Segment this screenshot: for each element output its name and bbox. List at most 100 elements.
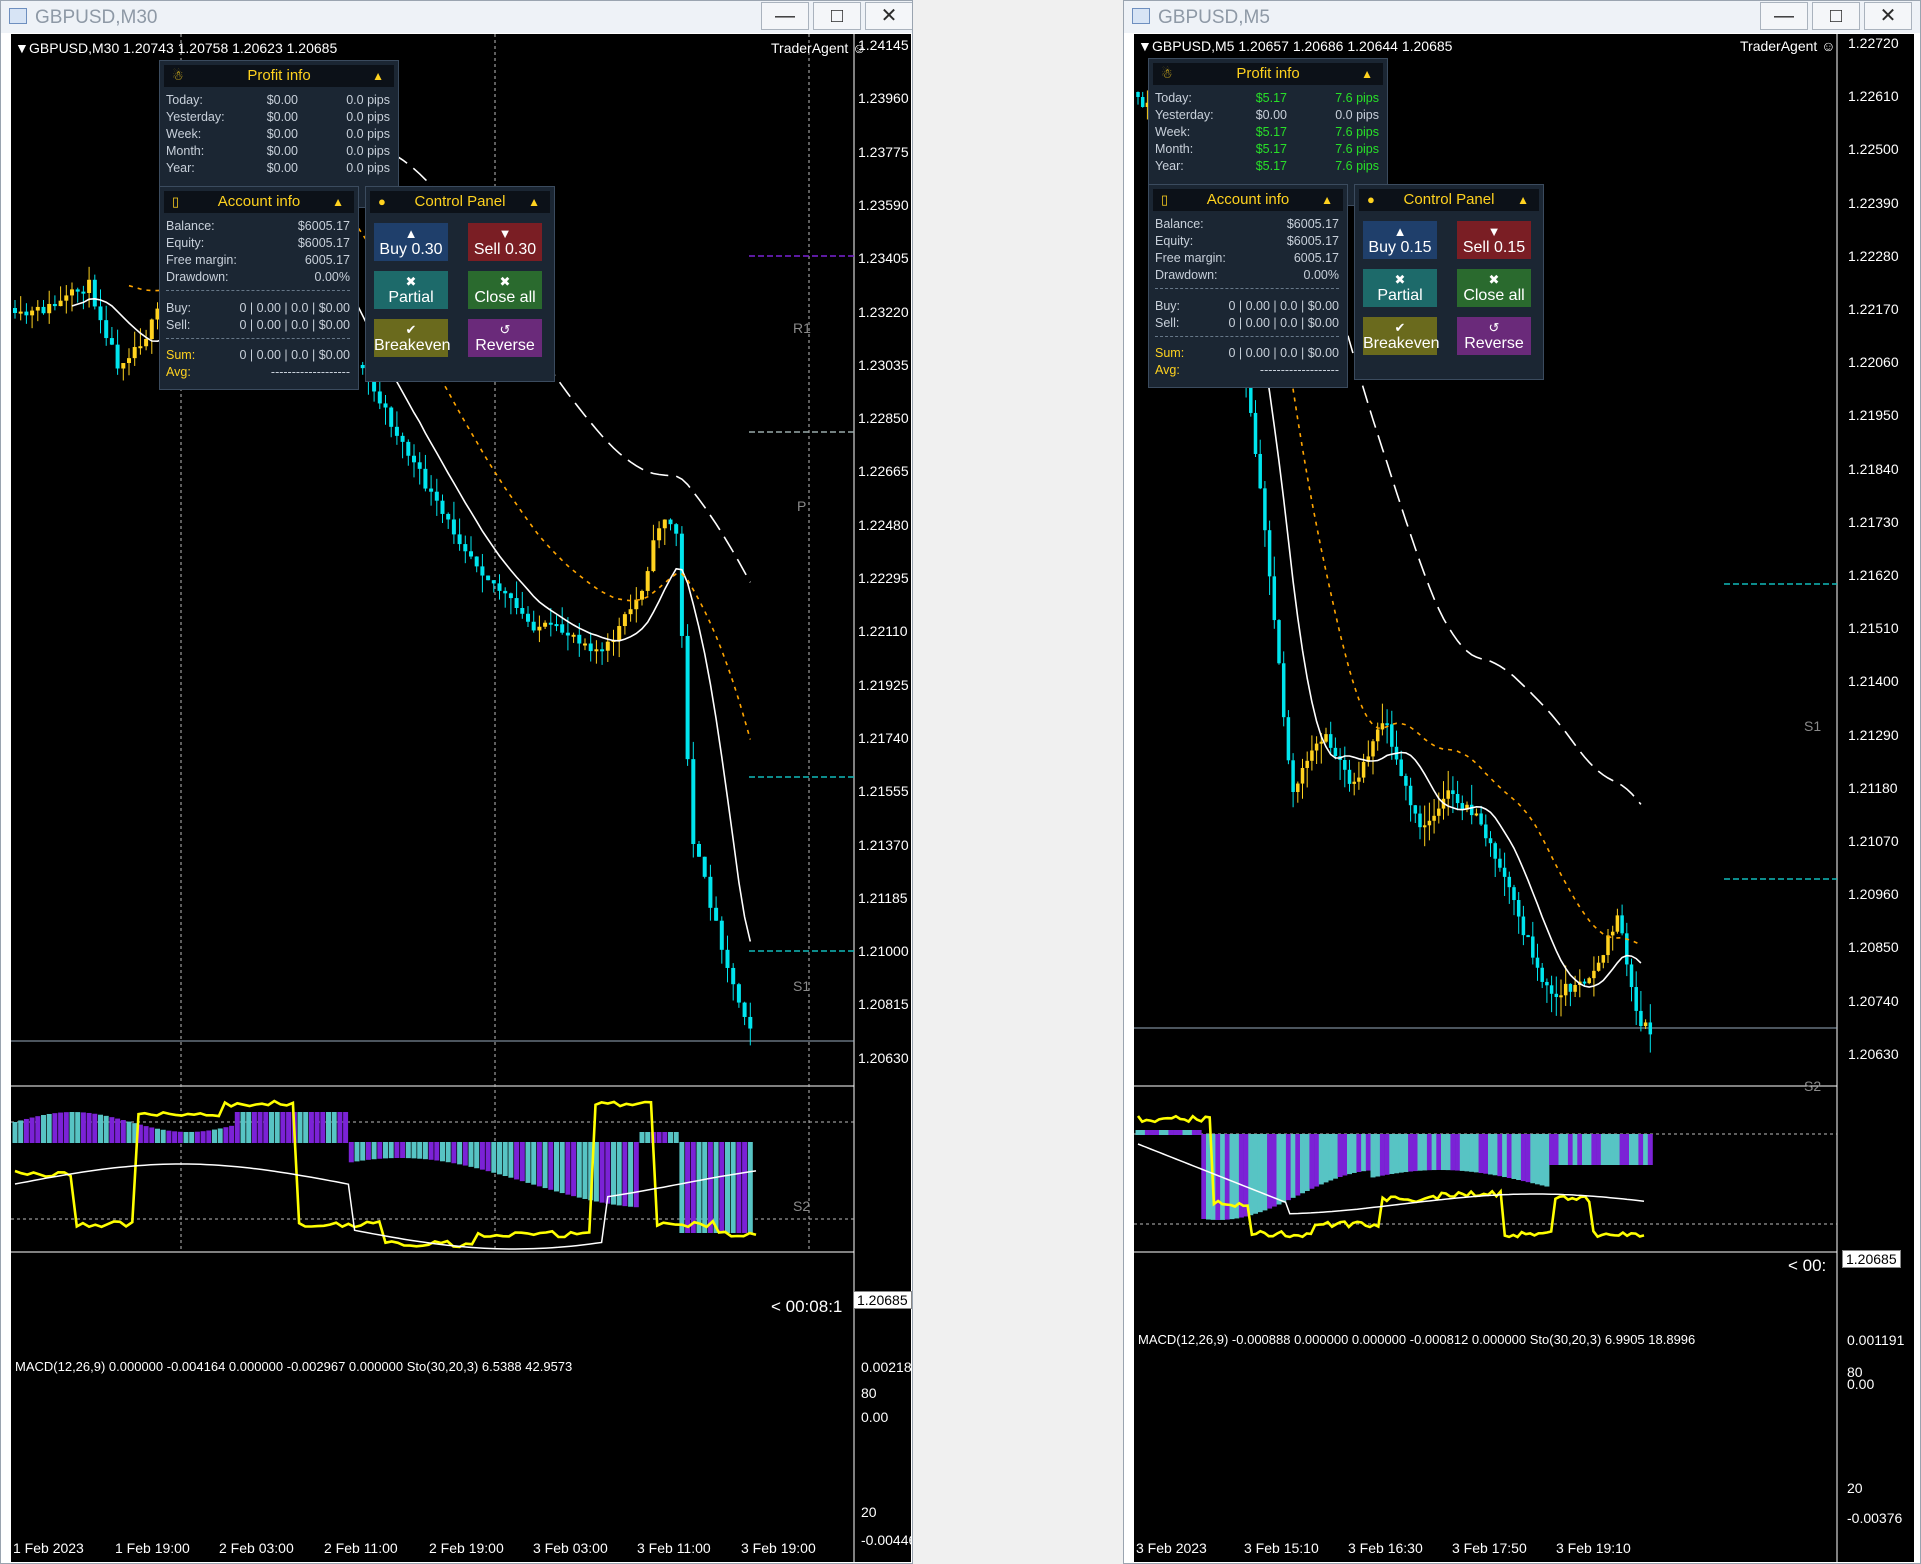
candle-body [1620, 915, 1624, 934]
candle-body [1324, 734, 1328, 742]
account-info-title-bar[interactable]: ▯ Account info ▲ [1153, 189, 1343, 211]
candle-body [463, 544, 468, 552]
profit-info-title-bar[interactable]: ☃ Profit info ▲ [1153, 63, 1383, 85]
candle-body [697, 843, 701, 857]
macd-histogram-bar [411, 1142, 417, 1159]
candle-body [714, 907, 719, 921]
reverse-button[interactable]: ↺ Reverse [1457, 317, 1531, 355]
candle-body [594, 649, 599, 652]
sell-button[interactable]: ▼ Sell 0.30 [468, 223, 542, 261]
pivot-r1-label: R1 [793, 320, 811, 336]
partial-close-button[interactable]: ✖ Partial [1363, 269, 1437, 307]
price-chart[interactable]: ▼ GBPUSD,M30 1.20743 1.20758 1.20623 1.2… [11, 34, 912, 1562]
price-chart[interactable]: ▼ GBPUSD,M5 1.20657 1.20686 1.20644 1.20… [1134, 34, 1914, 1562]
close-all-button[interactable]: ✖ Close all [468, 271, 542, 309]
chart-window-m5[interactable]: GBPUSD,M5 — □ ✕ ▼ GBPUSD,M5 1.20657 1.20… [1123, 0, 1921, 1564]
collapse-icon[interactable]: ▲ [528, 191, 540, 213]
collapse-icon[interactable]: ▲ [1361, 63, 1373, 85]
candle-body [138, 346, 143, 349]
close-button[interactable]: ✕ [865, 2, 912, 30]
maximize-button[interactable]: □ [1812, 2, 1860, 30]
macd-histogram-bar [1290, 1134, 1296, 1198]
candle-body [1413, 805, 1418, 814]
collapse-icon[interactable]: ▲ [332, 191, 344, 213]
avg-label: Avg: [166, 365, 191, 379]
candle-body [560, 624, 565, 633]
macd-histogram-bar [1516, 1134, 1522, 1181]
maximize-button[interactable]: □ [813, 2, 861, 30]
macd-histogram-bar [58, 1112, 64, 1143]
macd-histogram-bar [508, 1142, 514, 1178]
profit-row-label: Year: [166, 161, 195, 175]
symbol-dropdown-icon[interactable]: ▼ [1138, 38, 1152, 54]
chart-window-m30[interactable]: GBPUSD,M30 — □ ✕ ▼ GBPUSD,M30 1.20743 1.… [0, 0, 913, 1564]
window-titlebar[interactable]: GBPUSD,M5 — □ ✕ [1124, 1, 1920, 33]
buy-button[interactable]: ▲ Buy 0.30 [374, 223, 448, 261]
profit-info-title: Profit info [1236, 65, 1300, 82]
candle-body [1375, 729, 1380, 742]
candle-body [491, 580, 496, 584]
macd-histogram-bar [1159, 1130, 1164, 1135]
candle-body [674, 524, 679, 534]
time-tick-label: 3 Feb 16:30 [1348, 1540, 1423, 1556]
macd-histogram-bar [491, 1142, 497, 1173]
profit-row-label: Today: [1155, 91, 1192, 105]
macd-histogram-bar [120, 1120, 126, 1143]
reverse-icon: ↺ [1488, 320, 1500, 335]
trader-agent-badge[interactable]: TraderAgent ☺ [771, 40, 867, 56]
stoch-20-label: 20 [861, 1504, 877, 1520]
close-all-button-label: Close all [474, 289, 536, 306]
partial-close-button[interactable]: ✖ Partial [374, 271, 448, 309]
window-titlebar[interactable]: GBPUSD,M30 — □ ✕ [1, 1, 912, 33]
price-tick-label: 1.20960 [1848, 886, 1899, 903]
minimize-button[interactable]: — [1760, 2, 1808, 30]
macd-histogram-bar [257, 1112, 263, 1143]
trader-agent-badge[interactable]: TraderAgent ☺ [1740, 38, 1836, 54]
macd-histogram-bar [1553, 1134, 1559, 1165]
candle-body [1596, 962, 1601, 971]
breakeven-button[interactable]: ✔ Breakeven [1363, 317, 1440, 355]
avg-value: ------------------- [1259, 363, 1339, 377]
candle-body [628, 609, 633, 615]
macd-histogram-bar [668, 1132, 673, 1143]
buy-button[interactable]: ▲ Buy 0.15 [1363, 221, 1437, 259]
collapse-icon[interactable]: ▲ [372, 65, 384, 87]
breakeven-button[interactable]: ✔ Breakeven [374, 319, 451, 357]
price-tick-label: 1.24145 [858, 37, 909, 53]
macd-histogram-bar [707, 1142, 713, 1233]
buy-summary-value: 0 | 0.00 | 0.0 | $0.00 [239, 301, 350, 315]
profit-row-pips: 7.6 pips [1335, 125, 1379, 139]
candle-body [446, 513, 451, 520]
collapse-icon[interactable]: ▲ [1517, 189, 1529, 211]
sell-button-label: Sell 0.15 [1462, 239, 1526, 256]
candle-body [1357, 777, 1361, 782]
sell-button[interactable]: ▼ Sell 0.15 [1457, 221, 1531, 259]
macd-histogram-bar [365, 1142, 371, 1160]
macd-histogram-bar [388, 1142, 394, 1159]
control-panel-title-bar[interactable]: ● Control Panel ▲ [370, 191, 550, 213]
account-info-title-bar[interactable]: ▯ Account info ▲ [164, 191, 354, 213]
macd-histogram-bar [308, 1112, 314, 1143]
macd-histogram-bar [468, 1142, 474, 1167]
money-bag-icon: ● [1367, 192, 1375, 207]
symbol-dropdown-icon[interactable]: ▼ [15, 40, 29, 56]
indicator-header: MACD(12,26,9) 0.000000 -0.004164 0.00000… [15, 1359, 573, 1374]
minimize-button[interactable]: — [761, 2, 809, 30]
sell-summary-label: Sell: [1155, 316, 1180, 330]
time-tick-label: 3 Feb 15:10 [1244, 1540, 1319, 1556]
close-button[interactable]: ✕ [1864, 2, 1912, 30]
account-info-panel: ▯ Account info ▲ Balance: $6005.17 Equity:… [159, 186, 359, 390]
close-all-button[interactable]: ✖ Close all [1457, 269, 1531, 307]
macd-histogram-bar [1332, 1134, 1338, 1179]
candle-body [1310, 750, 1314, 761]
control-panel-title-bar[interactable]: ● Control Panel ▲ [1359, 189, 1539, 211]
candle-body [1352, 781, 1356, 784]
reverse-button[interactable]: ↺ Reverse [468, 319, 542, 357]
current-price-label: 1.20685 [1842, 1250, 1901, 1268]
collapse-icon[interactable]: ▲ [1321, 189, 1333, 211]
profit-row-label: Week: [1155, 125, 1191, 139]
partial-button-label: Partial [1377, 287, 1423, 304]
macd-histogram-bar [109, 1117, 115, 1143]
profit-info-title-bar[interactable]: ☃ Profit info ▲ [164, 65, 394, 87]
candle-body [92, 279, 97, 307]
